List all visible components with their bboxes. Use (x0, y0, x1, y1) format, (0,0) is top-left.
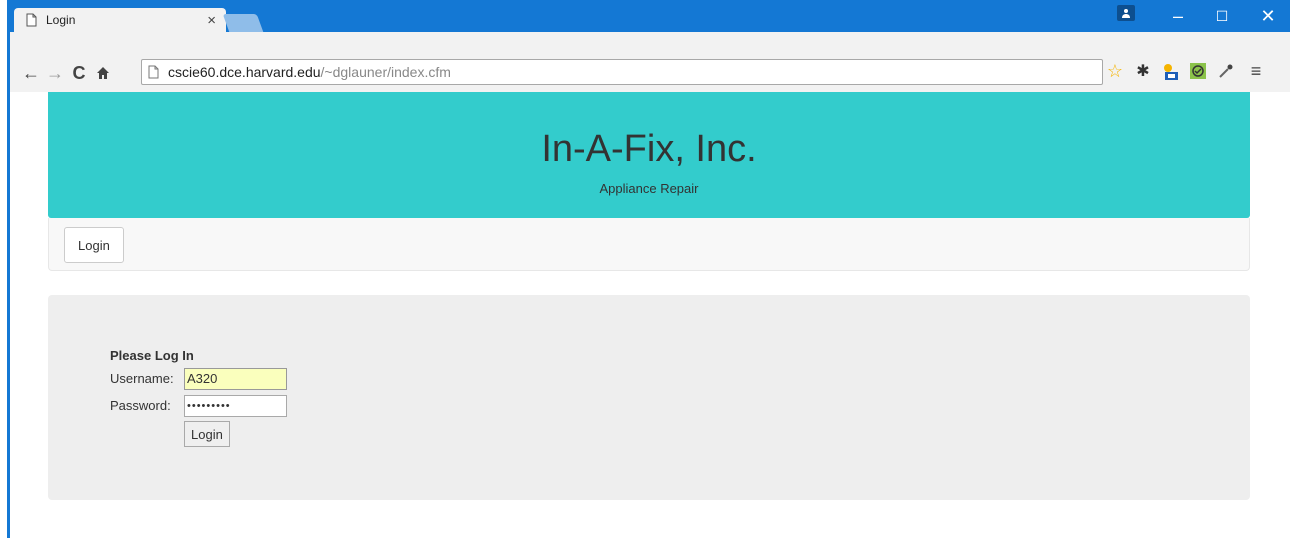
tab-title: Login (46, 13, 76, 27)
back-arrow-icon[interactable]: ← (20, 59, 42, 87)
login-form: Please Log In Username: A320 Password: •… (110, 348, 287, 447)
address-bar[interactable]: cscie60.dce.harvard.edu/~dglauner/index.… (141, 59, 1103, 85)
site-header: In-A-Fix, Inc. Appliance Repair (48, 92, 1250, 218)
nav-login-button[interactable]: Login (64, 227, 124, 263)
user-icon (1117, 5, 1135, 21)
url-path: /~dglauner/index.cfm (320, 64, 451, 80)
minimize-button[interactable]: – (1160, 0, 1196, 32)
form-heading: Please Log In (110, 348, 194, 363)
checkmark-icon[interactable] (1186, 59, 1210, 83)
login-submit-button[interactable]: Login (184, 421, 230, 447)
maximize-button[interactable]: ☐ (1204, 0, 1240, 32)
weather-icon[interactable] (1158, 59, 1182, 83)
reload-icon[interactable]: C (68, 59, 90, 87)
browser-toolbar: ← → C cscie60.dce.harvard.edu/~dglauner/… (10, 32, 1290, 93)
username-row: Username: A320 (110, 365, 287, 392)
close-window-button[interactable]: ✕ (1248, 0, 1288, 32)
username-label: Username: (110, 371, 174, 386)
browser-tab[interactable]: Login × (14, 8, 226, 32)
star-icon[interactable]: ☆ (1103, 59, 1127, 83)
user-profile-button[interactable] (1114, 0, 1138, 32)
site-navbar: Login (48, 218, 1250, 271)
web-page: In-A-Fix, Inc. Appliance Repair Login Pl… (10, 92, 1290, 538)
page-info-icon (148, 64, 162, 80)
gear-icon[interactable]: ✱ (1131, 59, 1155, 83)
eyedropper-icon[interactable] (1214, 59, 1238, 83)
password-label: Password: (110, 398, 171, 413)
company-tagline: Appliance Repair (599, 181, 699, 196)
new-tab-button[interactable] (222, 14, 264, 32)
home-icon[interactable] (92, 59, 114, 87)
forward-arrow-icon[interactable]: → (44, 59, 66, 87)
company-name: In-A-Fix, Inc. (541, 128, 757, 170)
close-tab-icon[interactable]: × (207, 13, 216, 28)
hamburger-menu-icon[interactable]: ≡ (1244, 59, 1268, 83)
page-icon (26, 13, 40, 27)
password-row: Password: ••••••••• (110, 392, 287, 419)
url-host: cscie60.dce.harvard.edu (168, 64, 321, 80)
login-panel: Please Log In Username: A320 Password: •… (48, 295, 1250, 500)
username-input[interactable]: A320 (184, 367, 287, 390)
password-input[interactable]: ••••••••• (184, 394, 287, 417)
